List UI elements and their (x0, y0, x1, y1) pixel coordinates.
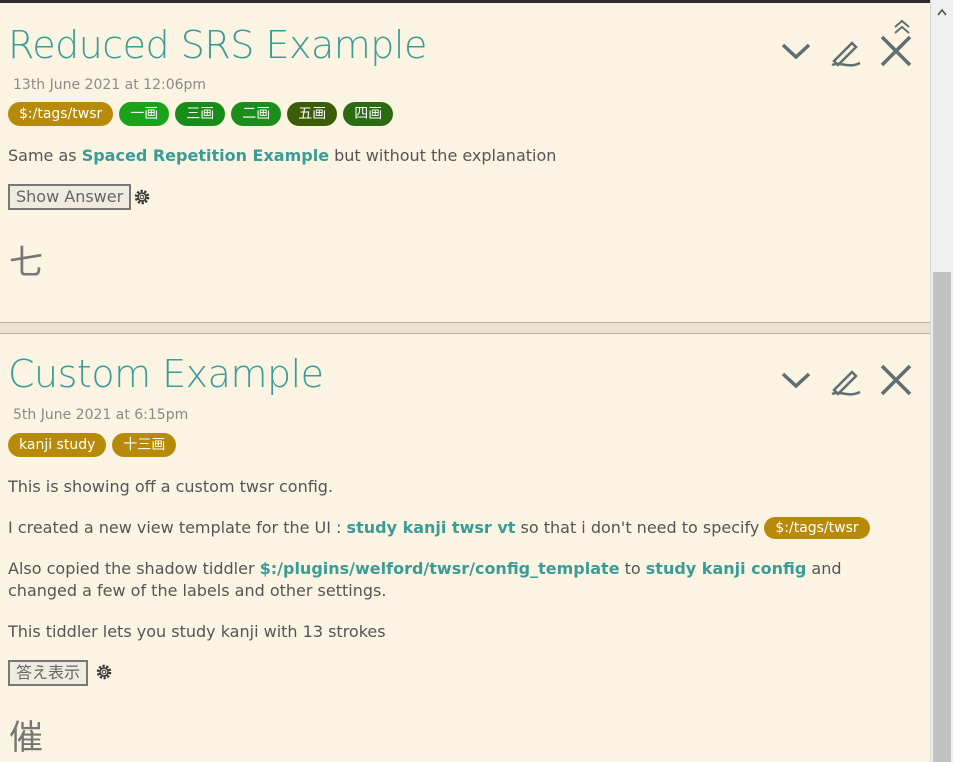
body-text: but without the explanation (329, 146, 557, 165)
tiddler-custom-example: Custom Example 5th June 2021 at 6:15pm k… (0, 334, 930, 762)
collapse-button[interactable] (778, 33, 814, 69)
edit-button[interactable] (828, 33, 864, 69)
link-study-kanji-twsr-vt[interactable]: study kanji twsr vt (347, 518, 516, 537)
tag-one-stroke[interactable]: 一画 (119, 102, 170, 126)
tiddler-reduced-srs-example: Reduced SRS Example 13th June 2021 at 12… (0, 3, 930, 322)
body-paragraph-1: This is showing off a custom twsr config… (8, 477, 334, 496)
tiddler-title: Custom Example (8, 352, 324, 396)
body-text: Same as (8, 146, 82, 165)
tiddler-date: 13th June 2021 at 12:06pm (13, 77, 207, 93)
close-icon (880, 364, 912, 396)
close-button[interactable] (878, 362, 914, 398)
story-river: Reduced SRS Example 13th June 2021 at 12… (0, 3, 930, 762)
tiddler-body: Same as Spaced Repetition Example but wi… (8, 145, 913, 167)
close-icon (880, 35, 912, 67)
link-study-kanji-config[interactable]: study kanji config (646, 559, 807, 578)
tag-list: $:/tags/twsr 一画 三画 二画 五画 四画 (8, 102, 394, 126)
body-paragraph-3: Also copied the shadow tiddler $:/plugin… (8, 558, 913, 602)
pencil-icon (831, 41, 861, 67)
show-answer-button[interactable]: Show Answer (8, 184, 132, 210)
tag-two-strokes[interactable]: 二画 (231, 102, 282, 126)
link-spaced-repetition-example[interactable]: Spaced Repetition Example (82, 146, 329, 165)
tag-list: kanji study 十三画 (8, 433, 177, 457)
tag-three-strokes[interactable]: 三画 (175, 102, 226, 126)
body-paragraph: Same as Spaced Repetition Example but wi… (8, 145, 913, 167)
tag-kanji-study[interactable]: kanji study (8, 433, 107, 457)
inline-tag-twsr[interactable]: $:/tags/twsr (764, 517, 870, 539)
double-chevron-up-icon (894, 19, 910, 34)
flashcard-kanji: 七 (9, 243, 43, 283)
tag-four-strokes[interactable]: 四画 (343, 102, 394, 126)
body-paragraph-2: I created a new view template for the UI… (8, 517, 913, 539)
tag-five-strokes[interactable]: 五画 (287, 102, 338, 126)
link-config-template[interactable]: $:/plugins/welford/twsr/config_template (260, 559, 620, 578)
tiddler-controls (778, 362, 914, 398)
tiddler-date: 5th June 2021 at 6:15pm (13, 407, 189, 423)
flashcard-kanji: 催 (9, 718, 43, 758)
scroll-up-button[interactable] (931, 2, 953, 22)
body-text: Also copied the shadow tiddler (8, 559, 260, 578)
body-text: I created a new view template for the UI… (8, 518, 347, 537)
body-paragraph-4: This tiddler lets you study kanji with 1… (8, 622, 386, 641)
tiddler-title: Reduced SRS Example (8, 23, 427, 67)
tag-twsr[interactable]: $:/tags/twsr (8, 102, 114, 126)
tag-thirteen-strokes[interactable]: 十三画 (112, 433, 177, 457)
show-answer-button[interactable]: 答え表示 (8, 660, 89, 686)
body-text: so that i don't need to specify (515, 518, 765, 537)
gear-icon[interactable] (94, 662, 114, 682)
body-text: to (619, 559, 646, 578)
edit-button[interactable] (828, 362, 864, 398)
scrollbar-thumb[interactable] (933, 272, 951, 762)
collapse-button[interactable] (778, 362, 814, 398)
tiddler-body: This is showing off a custom twsr config… (8, 476, 913, 643)
vertical-scrollbar[interactable] (930, 0, 953, 762)
gear-icon[interactable] (132, 187, 152, 207)
chevron-down-icon (781, 372, 811, 389)
scroll-to-top-button[interactable] (893, 19, 911, 39)
pencil-icon (831, 370, 861, 396)
triangle-up-icon (937, 8, 947, 16)
tiddler-separator (0, 322, 930, 334)
chevron-down-icon (781, 43, 811, 60)
